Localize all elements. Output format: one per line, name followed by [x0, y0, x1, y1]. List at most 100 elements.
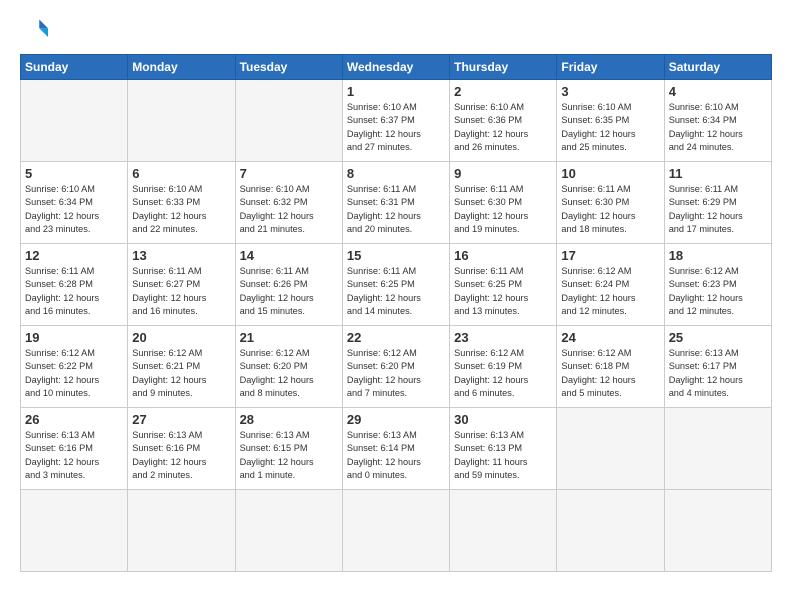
day-number: 11: [669, 166, 767, 181]
day-number: 20: [132, 330, 230, 345]
day-cell: 18 Sunrise: 6:12 AM Sunset: 6:23 PM Dayli…: [664, 244, 771, 326]
day-number: 17: [561, 248, 659, 263]
day-cell: 29 Sunrise: 6:13 AM Sunset: 6:14 PM Dayli…: [342, 408, 449, 490]
day-cell: 1 Sunrise: 6:10 AM Sunset: 6:37 PM Daylig…: [342, 80, 449, 162]
day-cell: 28 Sunrise: 6:13 AM Sunset: 6:15 PM Dayli…: [235, 408, 342, 490]
day-info: Sunrise: 6:13 AM Sunset: 6:16 PM Dayligh…: [25, 429, 123, 482]
day-info: Sunrise: 6:12 AM Sunset: 6:23 PM Dayligh…: [669, 265, 767, 318]
weekday-header: Saturday: [664, 55, 771, 80]
day-info: Sunrise: 6:12 AM Sunset: 6:18 PM Dayligh…: [561, 347, 659, 400]
day-number: 14: [240, 248, 338, 263]
empty-cell: [664, 408, 771, 490]
day-number: 28: [240, 412, 338, 427]
day-cell: 30 Sunrise: 6:13 AM Sunset: 6:13 PM Dayli…: [450, 408, 557, 490]
day-cell: 26Sunrise: 6:13 AM Sunset: 6:16 PM Dayli…: [21, 408, 128, 490]
day-number: 22: [347, 330, 445, 345]
day-info: Sunrise: 6:10 AM Sunset: 6:32 PM Dayligh…: [240, 183, 338, 236]
day-info: Sunrise: 6:13 AM Sunset: 6:14 PM Dayligh…: [347, 429, 445, 482]
day-number: 1: [347, 84, 445, 99]
day-number: 21: [240, 330, 338, 345]
day-info: Sunrise: 6:13 AM Sunset: 6:16 PM Dayligh…: [132, 429, 230, 482]
day-info: Sunrise: 6:12 AM Sunset: 6:19 PM Dayligh…: [454, 347, 552, 400]
day-number: 18: [669, 248, 767, 263]
page: SundayMondayTuesdayWednesdayThursdayFrid…: [0, 0, 792, 582]
day-info: Sunrise: 6:10 AM Sunset: 6:36 PM Dayligh…: [454, 101, 552, 154]
weekday-header: Thursday: [450, 55, 557, 80]
empty-cell: [128, 80, 235, 162]
day-number: 7: [240, 166, 338, 181]
day-info: Sunrise: 6:13 AM Sunset: 6:15 PM Dayligh…: [240, 429, 338, 482]
day-number: 25: [669, 330, 767, 345]
day-info: Sunrise: 6:11 AM Sunset: 6:27 PM Dayligh…: [132, 265, 230, 318]
empty-cell: [235, 80, 342, 162]
day-number: 29: [347, 412, 445, 427]
day-number: 12: [25, 248, 123, 263]
day-number: 5: [25, 166, 123, 181]
day-cell: 27Sunrise: 6:13 AM Sunset: 6:16 PM Dayli…: [128, 408, 235, 490]
day-number: 19: [25, 330, 123, 345]
day-number: 6: [132, 166, 230, 181]
empty-cell: [450, 490, 557, 572]
day-cell: 7 Sunrise: 6:10 AM Sunset: 6:32 PM Daylig…: [235, 162, 342, 244]
day-cell: 22Sunrise: 6:12 AM Sunset: 6:20 PM Dayli…: [342, 326, 449, 408]
empty-cell: [664, 490, 771, 572]
weekday-header: Friday: [557, 55, 664, 80]
calendar-row: [21, 490, 772, 572]
day-number: 10: [561, 166, 659, 181]
day-cell: 17 Sunrise: 6:12 AM Sunset: 6:24 PM Dayli…: [557, 244, 664, 326]
empty-cell: [21, 490, 128, 572]
weekday-header: Monday: [128, 55, 235, 80]
day-cell: 5 Sunrise: 6:10 AM Sunset: 6:34 PM Daylig…: [21, 162, 128, 244]
day-info: Sunrise: 6:10 AM Sunset: 6:37 PM Dayligh…: [347, 101, 445, 154]
day-info: Sunrise: 6:11 AM Sunset: 6:31 PM Dayligh…: [347, 183, 445, 236]
day-number: 15: [347, 248, 445, 263]
day-cell: 19 Sunrise: 6:12 AM Sunset: 6:22 PM Dayli…: [21, 326, 128, 408]
empty-cell: [235, 490, 342, 572]
day-info: Sunrise: 6:11 AM Sunset: 6:26 PM Dayligh…: [240, 265, 338, 318]
empty-cell: [557, 408, 664, 490]
day-number: 13: [132, 248, 230, 263]
day-number: 2: [454, 84, 552, 99]
day-cell: 13 Sunrise: 6:11 AM Sunset: 6:27 PM Dayli…: [128, 244, 235, 326]
day-cell: 9 Sunrise: 6:11 AM Sunset: 6:30 PM Daylig…: [450, 162, 557, 244]
day-number: 23: [454, 330, 552, 345]
empty-cell: [128, 490, 235, 572]
day-info: Sunrise: 6:11 AM Sunset: 6:30 PM Dayligh…: [561, 183, 659, 236]
day-cell: 21Sunrise: 6:12 AM Sunset: 6:20 PM Dayli…: [235, 326, 342, 408]
empty-cell: [21, 80, 128, 162]
day-cell: 12Sunrise: 6:11 AM Sunset: 6:28 PM Dayli…: [21, 244, 128, 326]
logo-icon: [20, 16, 48, 44]
day-number: 16: [454, 248, 552, 263]
day-cell: 15 Sunrise: 6:11 AM Sunset: 6:25 PM Dayli…: [342, 244, 449, 326]
weekday-header: Sunday: [21, 55, 128, 80]
logo: [20, 16, 52, 44]
day-cell: 6 Sunrise: 6:10 AM Sunset: 6:33 PM Daylig…: [128, 162, 235, 244]
day-cell: 11Sunrise: 6:11 AM Sunset: 6:29 PM Dayli…: [664, 162, 771, 244]
day-number: 4: [669, 84, 767, 99]
day-number: 30: [454, 412, 552, 427]
day-info: Sunrise: 6:11 AM Sunset: 6:30 PM Dayligh…: [454, 183, 552, 236]
day-info: Sunrise: 6:13 AM Sunset: 6:17 PM Dayligh…: [669, 347, 767, 400]
day-info: Sunrise: 6:11 AM Sunset: 6:25 PM Dayligh…: [347, 265, 445, 318]
calendar: SundayMondayTuesdayWednesdayThursdayFrid…: [20, 54, 772, 572]
day-cell: 20Sunrise: 6:12 AM Sunset: 6:21 PM Dayli…: [128, 326, 235, 408]
day-number: 9: [454, 166, 552, 181]
calendar-row: 19 Sunrise: 6:12 AM Sunset: 6:22 PM Dayli…: [21, 326, 772, 408]
day-cell: 8Sunrise: 6:11 AM Sunset: 6:31 PM Daylig…: [342, 162, 449, 244]
day-info: Sunrise: 6:10 AM Sunset: 6:33 PM Dayligh…: [132, 183, 230, 236]
day-cell: 24 Sunrise: 6:12 AM Sunset: 6:18 PM Dayli…: [557, 326, 664, 408]
day-info: Sunrise: 6:13 AM Sunset: 6:13 PM Dayligh…: [454, 429, 552, 482]
calendar-row: 1 Sunrise: 6:10 AM Sunset: 6:37 PM Daylig…: [21, 80, 772, 162]
day-number: 24: [561, 330, 659, 345]
weekday-header: Wednesday: [342, 55, 449, 80]
day-info: Sunrise: 6:12 AM Sunset: 6:22 PM Dayligh…: [25, 347, 123, 400]
empty-cell: [557, 490, 664, 572]
calendar-row: 26Sunrise: 6:13 AM Sunset: 6:16 PM Dayli…: [21, 408, 772, 490]
day-cell: 10 Sunrise: 6:11 AM Sunset: 6:30 PM Dayli…: [557, 162, 664, 244]
day-info: Sunrise: 6:10 AM Sunset: 6:34 PM Dayligh…: [25, 183, 123, 236]
day-number: 3: [561, 84, 659, 99]
day-info: Sunrise: 6:10 AM Sunset: 6:35 PM Dayligh…: [561, 101, 659, 154]
day-info: Sunrise: 6:12 AM Sunset: 6:24 PM Dayligh…: [561, 265, 659, 318]
day-cell: 14 Sunrise: 6:11 AM Sunset: 6:26 PM Dayli…: [235, 244, 342, 326]
day-cell: 2 Sunrise: 6:10 AM Sunset: 6:36 PM Daylig…: [450, 80, 557, 162]
